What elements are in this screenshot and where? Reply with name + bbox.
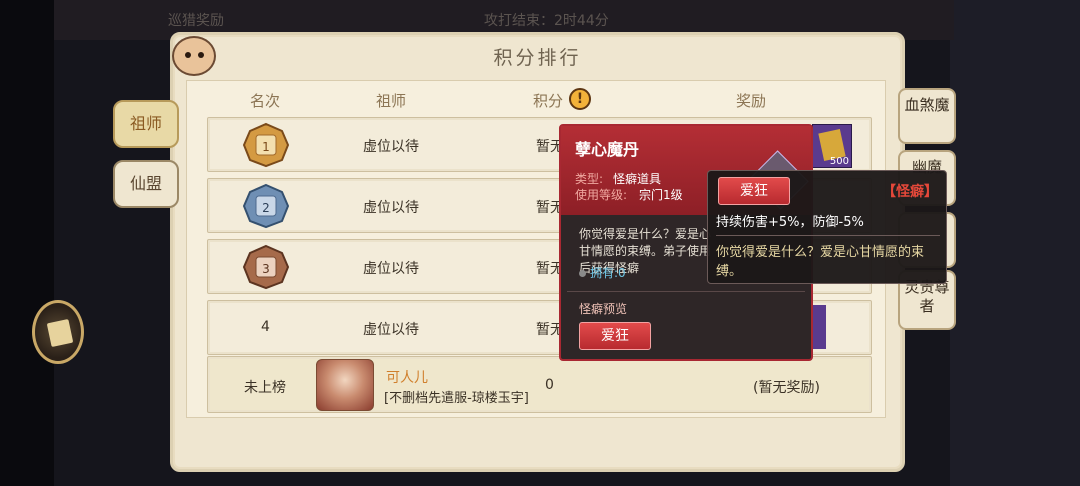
self-rank-row: 未上榜 可人儿 [不删档先遣服-琼楼玉宇] 0 (暂无奖励) <box>207 356 872 413</box>
header-score: 积分 <box>533 92 564 110</box>
header-master: 祖师 <box>376 92 407 110</box>
svg-text:1: 1 <box>262 140 270 154</box>
row-rank: 4 <box>261 319 270 335</box>
rank-2-badge-icon: 2 <box>242 183 290 229</box>
top-faint-timer: 攻打结束：2时44分 <box>484 13 609 29</box>
right-backdrop <box>950 0 1080 486</box>
tab-master[interactable]: 祖师 <box>113 100 179 148</box>
trait-name-button[interactable]: 爱狂 <box>718 177 790 205</box>
row-name: 虚位以待 <box>363 322 419 338</box>
header-rank: 名次 <box>250 92 281 110</box>
avatar[interactable] <box>316 359 374 411</box>
divider <box>716 235 940 236</box>
owned-label: 拥有: <box>590 266 619 280</box>
item-name: 孽心魔丹 <box>575 140 640 159</box>
rank-1-badge-icon: 1 <box>242 122 290 168</box>
trait-preview-button[interactable]: 爱狂 <box>579 322 651 350</box>
self-server: [不删档先遣服-琼楼玉宇] <box>384 391 529 406</box>
item-type-label: 类型: <box>575 172 604 186</box>
header-reward: 奖励 <box>736 92 767 110</box>
tab-alliance[interactable]: 仙盟 <box>113 160 179 208</box>
reward-count: 500 <box>829 156 849 167</box>
self-rank: 未上榜 <box>244 380 286 396</box>
svg-text:3: 3 <box>262 262 270 276</box>
trait-description: 你觉得爱是什么？爱是心甘情愿的束缚。 <box>716 245 925 279</box>
owned-dot-icon <box>579 270 586 277</box>
book-button[interactable] <box>32 300 84 364</box>
divider <box>567 291 805 292</box>
row-name: 虚位以待 <box>363 200 419 216</box>
self-nickname: 可人儿 <box>386 370 428 386</box>
item-level-value: 宗门1级 <box>639 188 683 202</box>
reward-item-slot[interactable] <box>812 305 826 349</box>
score-info-icon[interactable]: ! <box>569 88 591 110</box>
tab-boss-1[interactable]: 血煞魔 <box>898 88 956 144</box>
left-backdrop <box>0 0 54 486</box>
self-score: 0 <box>545 377 554 393</box>
book-icon <box>46 318 74 348</box>
row-name: 虚位以待 <box>363 139 419 155</box>
item-type-value: 怪癖道具 <box>613 172 662 186</box>
trait-tooltip: 爱狂 【怪癖】 持续伤害+5%，防御-5% 你觉得爱是什么？爱是心甘情愿的束缚。 <box>707 170 947 284</box>
rank-3-badge-icon: 3 <box>242 244 290 290</box>
reward-item-slot[interactable]: 500 <box>812 124 852 168</box>
self-reward: (暂无奖励) <box>753 380 820 396</box>
panel-title: 积分排行 <box>493 47 582 69</box>
row-name: 虚位以待 <box>363 261 419 277</box>
cat-mascot-icon <box>172 36 216 76</box>
tab-boss-1-label: 血煞魔 <box>904 96 950 114</box>
item-level-label: 使用等级: <box>575 188 628 202</box>
svg-text:2: 2 <box>262 201 270 215</box>
item-owned: 拥有:0 <box>579 264 626 281</box>
owned-value: 0 <box>618 266 626 280</box>
trait-preview-label: 怪癖预览 <box>579 302 628 316</box>
top-faint-left: 巡猎奖励 <box>168 13 224 29</box>
trait-tag: 【怪癖】 <box>882 184 938 200</box>
trait-effect: 持续伤害+5%，防御-5% <box>716 215 864 230</box>
